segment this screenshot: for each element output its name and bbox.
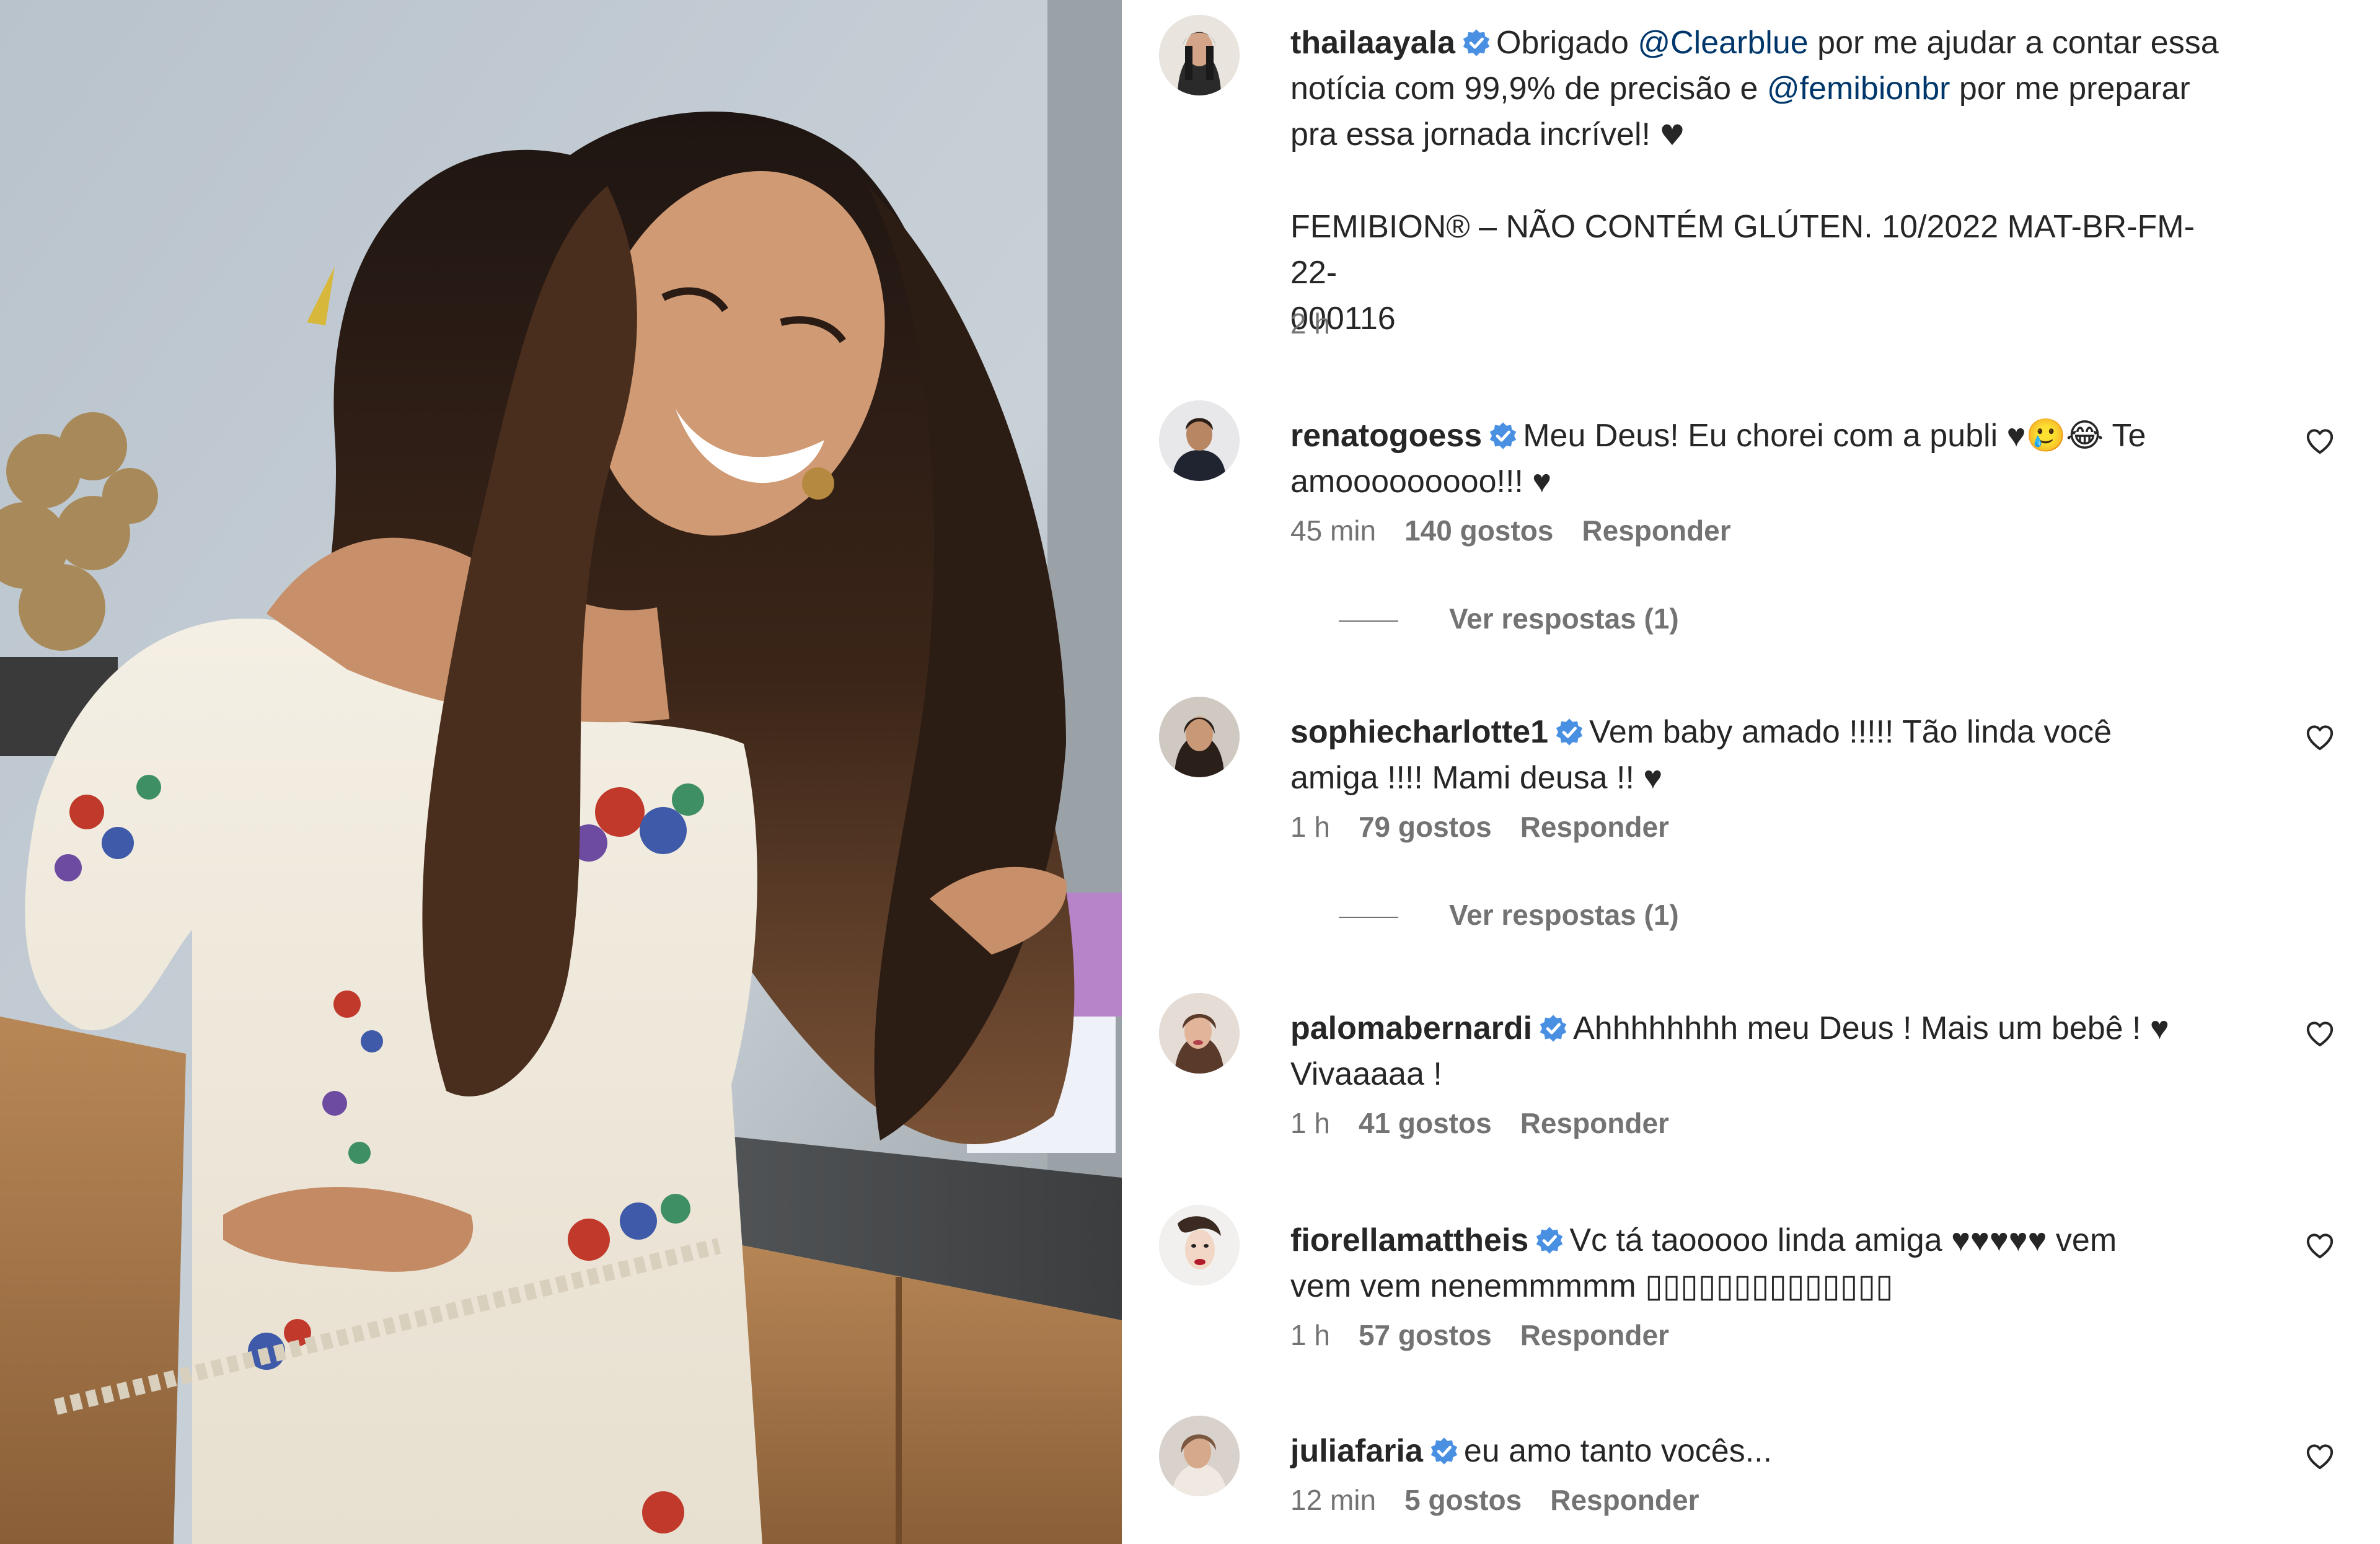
comment-time[interactable]: 45 min <box>1290 514 1376 547</box>
mention-femibionbr[interactable]: @femibionbr <box>1767 71 1950 107</box>
comment-likes[interactable]: 140 gostos <box>1404 514 1553 547</box>
comment-text: palomabernardi Ahhhhhhhh meu Deus ! Mais … <box>1290 1005 2220 1097</box>
commenter-avatar[interactable] <box>1159 697 1240 777</box>
reply-button[interactable]: Responder <box>1520 1319 1669 1351</box>
caption-text-3a: pra essa jornada incrível! <box>1290 117 1660 152</box>
comment-likes[interactable]: 5 gostos <box>1404 1484 1522 1516</box>
commenter-avatar[interactable] <box>1159 1416 1240 1496</box>
heart-outline-icon[interactable] <box>2303 1229 2337 1262</box>
comment-text: juliafaria eu amo tanto vocês... <box>1290 1428 2220 1474</box>
reply-button[interactable]: Responder <box>1520 1107 1669 1139</box>
comment-meta: 1 h 57 gostos Responder <box>1290 1318 1698 1352</box>
commenter-avatar-image <box>1159 993 1240 1074</box>
comment-line-2: amooooooooo!!! ♥ <box>1290 464 1552 500</box>
verified-badge-icon <box>1538 1013 1568 1043</box>
caption-text-1a: Obrigado <box>1496 25 1638 61</box>
mention-clearblue[interactable]: @Clearblue <box>1637 25 1808 61</box>
comment-likes[interactable]: 79 gostos <box>1359 811 1492 843</box>
verified-badge-icon <box>1535 1225 1564 1255</box>
post-photo-illustration <box>0 0 1122 1544</box>
verified-badge-icon <box>1554 717 1584 747</box>
heart-outline-icon[interactable] <box>2303 1439 2337 1473</box>
caption-disclaimer-1: FEMIBION® – NÃO CONTÉM GLÚTEN. 10/2022 M… <box>1290 209 2195 291</box>
author-username[interactable]: thailaayala <box>1290 25 1455 61</box>
comment-meta: 1 h 79 gostos Responder <box>1290 809 1698 844</box>
author-avatar-image <box>1159 15 1240 95</box>
comment-text: fiorellamattheis Vc tá taooooo linda amig… <box>1290 1217 2220 1309</box>
comment-username[interactable]: sophiecharlotte1 <box>1290 714 1548 750</box>
comment-meta: 45 min 140 gostos Responder <box>1290 513 1760 548</box>
comment-meta: 1 h 41 gostos Responder <box>1290 1106 1698 1140</box>
comment-time[interactable]: 1 h <box>1290 1319 1330 1351</box>
post-photo[interactable] <box>0 0 1122 1544</box>
verified-badge-icon <box>1429 1436 1459 1466</box>
heart-outline-icon[interactable] <box>2303 720 2337 754</box>
commenter-avatar[interactable] <box>1159 993 1240 1074</box>
caption-line-2: notícia com 99,9% de precisão e @femibio… <box>1290 66 2220 112</box>
reply-button[interactable]: Responder <box>1520 811 1669 843</box>
comment-text: renatogoess Meu Deus! Eu chorei com a pub… <box>1290 413 2220 505</box>
caption-time[interactable]: 2 h <box>1290 307 1330 340</box>
commenter-avatar-image <box>1159 697 1240 777</box>
comment-line-1: eu amo tanto vocês... <box>1463 1433 1773 1469</box>
comment-line-1: Vem baby amado !!!!! Tão linda você <box>1589 714 2112 750</box>
comment-time[interactable]: 12 min <box>1290 1484 1376 1516</box>
view-replies-line <box>1339 916 1398 918</box>
view-replies-button[interactable]: Ver respostas (1) <box>1339 898 1679 932</box>
instagram-post-view: thailaayala Obrigado @Clearblue por me aj… <box>0 0 2380 1544</box>
author-avatar[interactable] <box>1159 15 1240 95</box>
comment-line-1: Meu Deus! Eu chorei com a publi ♥🥲😂 Te <box>1523 418 2146 454</box>
view-replies-line <box>1339 620 1398 622</box>
commenter-avatar-image <box>1159 400 1240 481</box>
comment-line-2: Vivaaaaa ! <box>1290 1056 1442 1092</box>
verified-badge-icon <box>1461 28 1491 58</box>
heart-emoji: ♥ <box>1659 118 1685 152</box>
comment-likes[interactable]: 57 gostos <box>1359 1319 1492 1351</box>
verified-badge-icon <box>1488 421 1518 451</box>
heart-outline-icon[interactable] <box>2303 1017 2337 1050</box>
reply-button[interactable]: Responder <box>1550 1484 1699 1516</box>
comment-time[interactable]: 1 h <box>1290 811 1330 843</box>
comment-username[interactable]: fiorellamattheis <box>1290 1222 1528 1258</box>
caption-text-2a: notícia com 99,9% de precisão e <box>1290 71 1767 107</box>
caption-text: thailaayala Obrigado @Clearblue por me aj… <box>1290 20 2220 342</box>
comment-line-2: amiga !!!! Mami deusa !! ♥ <box>1290 760 1663 796</box>
commenter-avatar-image <box>1159 1205 1240 1286</box>
comment-meta: 12 min 5 gostos Responder <box>1290 1483 1728 1517</box>
comment-line-1: Vc tá taooooo linda amiga ♥♥♥♥♥ vem <box>1569 1222 2117 1258</box>
comments-panel[interactable]: thailaayala Obrigado @Clearblue por me aj… <box>1122 0 2380 1544</box>
caption-disclaimer-2: 000116 <box>1290 301 1396 337</box>
comment-username[interactable]: palomabernardi <box>1290 1010 1532 1046</box>
comment-line-1: Ahhhhhhhh meu Deus ! Mais um bebê ! ♥ <box>1573 1010 2169 1046</box>
view-replies-button[interactable]: Ver respostas (1) <box>1339 601 1679 636</box>
caption-line-1: thailaayala Obrigado @Clearblue por me aj… <box>1290 20 2220 66</box>
commenter-avatar[interactable] <box>1159 400 1240 481</box>
reply-button[interactable]: Responder <box>1582 514 1730 547</box>
view-replies-label: Ver respostas (1) <box>1449 899 1679 931</box>
comment-text: sophiecharlotte1 Vem baby amado !!!!! Tão… <box>1290 709 2220 801</box>
caption-text-2b: por me preparar <box>1950 71 2190 107</box>
comment-username[interactable]: renatogoess <box>1290 418 1482 454</box>
caption-line-3: pra essa jornada incrível! ♥ <box>1290 112 2220 158</box>
commenter-avatar-image <box>1159 1416 1240 1496</box>
caption-meta: 2 h <box>1290 306 1359 341</box>
view-replies-label: Ver respostas (1) <box>1449 602 1679 635</box>
comment-time[interactable]: 1 h <box>1290 1107 1330 1139</box>
commenter-avatar[interactable] <box>1159 1205 1240 1286</box>
comment-likes[interactable]: 41 gostos <box>1359 1107 1492 1139</box>
heart-outline-icon[interactable] <box>2303 424 2337 457</box>
caption-text-1b: por me ajudar a contar essa <box>1808 25 2219 61</box>
comment-username[interactable]: juliafaria <box>1290 1433 1423 1469</box>
comment-line-2: vem vem nenemmmmm ▯▯▯▯▯▯▯▯▯▯▯▯▯▯ <box>1290 1268 1893 1304</box>
